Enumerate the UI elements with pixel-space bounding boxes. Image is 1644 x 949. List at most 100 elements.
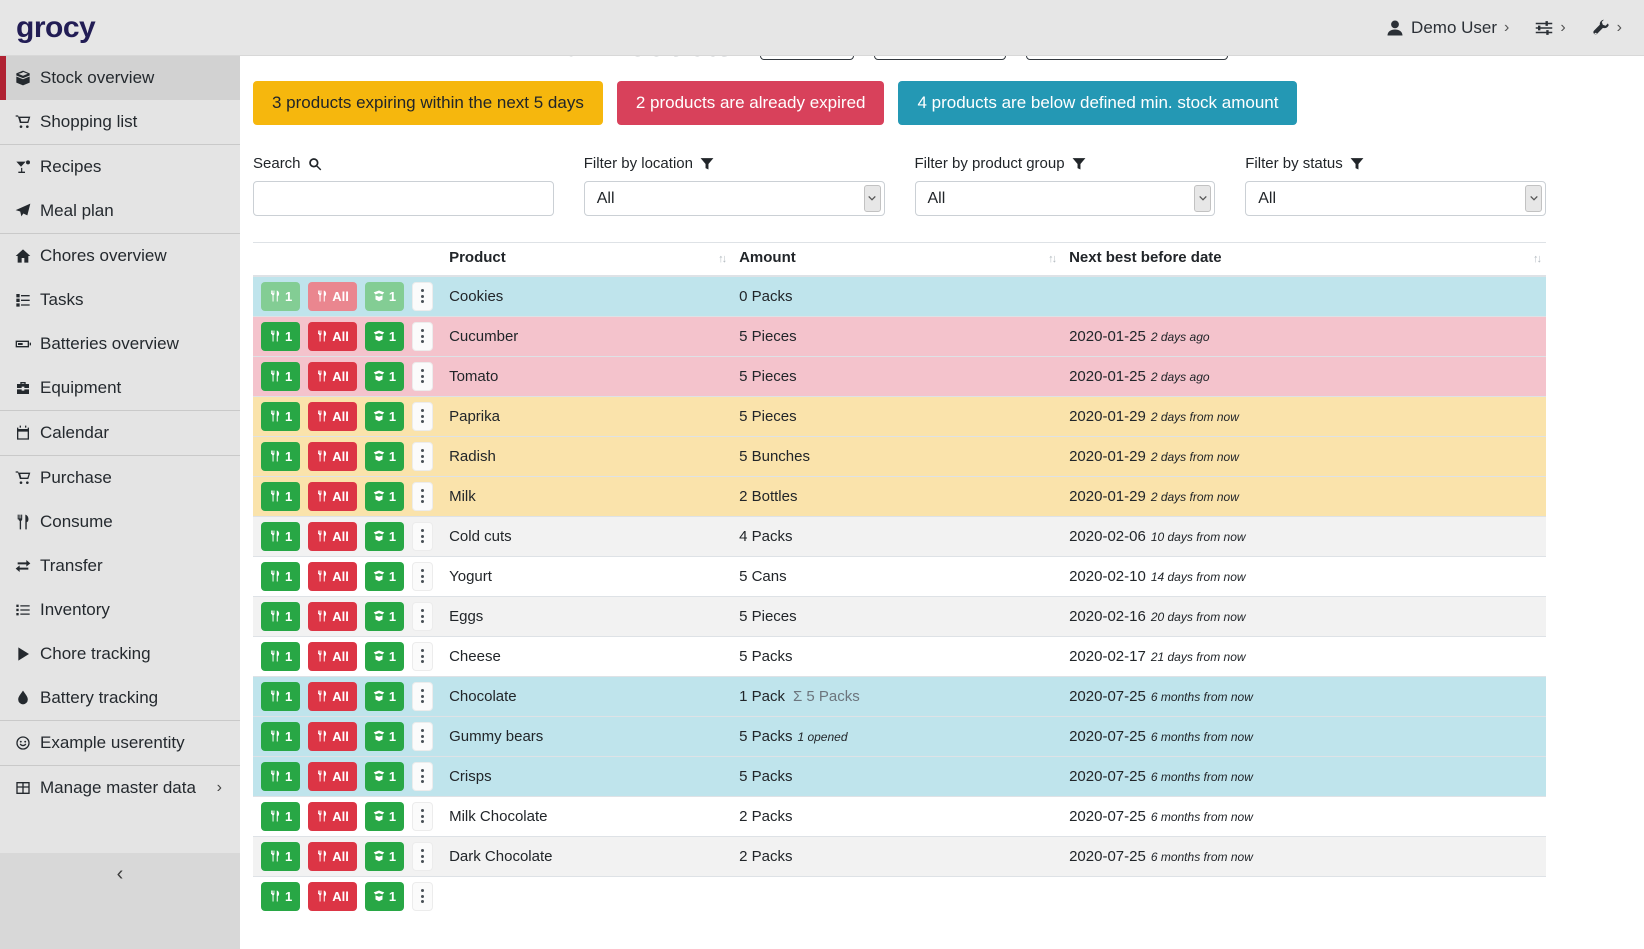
consume-all-button[interactable]: All bbox=[308, 642, 357, 671]
below-min-stock-banner[interactable]: 4 products are below defined min. stock … bbox=[898, 81, 1297, 125]
sidebar-item-tasks[interactable]: Tasks bbox=[0, 278, 240, 322]
row-menu-button[interactable] bbox=[412, 842, 433, 871]
sidebar-item-stock-overview[interactable]: Stock overview bbox=[0, 56, 240, 100]
consume-all-button[interactable]: All bbox=[308, 562, 357, 591]
open-one-button[interactable]: 1 bbox=[365, 802, 404, 831]
consume-all-button[interactable]: All bbox=[308, 282, 357, 311]
open-one-button[interactable]: 1 bbox=[365, 602, 404, 631]
row-menu-button[interactable] bbox=[412, 522, 433, 551]
sidebar-item-purchase[interactable]: Purchase bbox=[0, 456, 240, 500]
expiring-banner[interactable]: 3 products expiring within the next 5 da… bbox=[253, 81, 603, 125]
consume-one-button[interactable]: 1 bbox=[261, 562, 300, 591]
consume-all-button[interactable]: All bbox=[308, 322, 357, 351]
consume-all-button[interactable]: All bbox=[308, 802, 357, 831]
consume-one-button[interactable]: 1 bbox=[261, 882, 300, 911]
open-one-button[interactable]: 1 bbox=[365, 522, 404, 551]
consume-all-button[interactable]: All bbox=[308, 442, 357, 471]
row-menu-button[interactable] bbox=[412, 282, 433, 311]
row-menu-button[interactable] bbox=[412, 402, 433, 431]
utensils-icon bbox=[316, 730, 328, 742]
consume-one-button[interactable]: 1 bbox=[261, 602, 300, 631]
open-one-button[interactable]: 1 bbox=[365, 762, 404, 791]
expired-banner[interactable]: 2 products are already expired bbox=[617, 81, 885, 125]
consume-all-button[interactable]: All bbox=[308, 402, 357, 431]
consume-all-button[interactable]: All bbox=[308, 842, 357, 871]
consume-one-button[interactable]: 1 bbox=[261, 762, 300, 791]
consume-all-button[interactable]: All bbox=[308, 762, 357, 791]
row-menu-button[interactable] bbox=[412, 762, 433, 791]
row-menu-button[interactable] bbox=[412, 602, 433, 631]
filter-location-select[interactable]: All bbox=[584, 181, 885, 216]
admin-menu[interactable]: › bbox=[1592, 19, 1622, 37]
filter-status-select[interactable]: All bbox=[1245, 181, 1546, 216]
consume-one-button[interactable]: 1 bbox=[261, 482, 300, 511]
sidebar-item-chores-overview[interactable]: Chores overview bbox=[0, 234, 240, 278]
row-menu-button[interactable] bbox=[412, 802, 433, 831]
open-one-button[interactable]: 1 bbox=[365, 482, 404, 511]
sidebar-item-battery-tracking[interactable]: Battery tracking bbox=[0, 676, 240, 720]
open-one-button[interactable]: 1 bbox=[365, 282, 404, 311]
open-one-button[interactable]: 1 bbox=[365, 442, 404, 471]
consume-one-button[interactable]: 1 bbox=[261, 522, 300, 551]
row-menu-button[interactable] bbox=[412, 362, 433, 391]
consume-all-button[interactable]: All bbox=[308, 682, 357, 711]
open-one-button[interactable]: 1 bbox=[365, 882, 404, 911]
row-menu-button[interactable] bbox=[412, 722, 433, 751]
sidebar-item-meal-plan[interactable]: Meal plan bbox=[0, 189, 240, 233]
consume-all-button[interactable]: All bbox=[308, 362, 357, 391]
sidebar-item-chore-tracking[interactable]: Chore tracking bbox=[0, 632, 240, 676]
consume-one-button[interactable]: 1 bbox=[261, 282, 300, 311]
consume-one-button[interactable]: 1 bbox=[261, 682, 300, 711]
consume-one-button[interactable]: 1 bbox=[261, 322, 300, 351]
consume-all-button[interactable]: All bbox=[308, 482, 357, 511]
consume-one-button[interactable]: 1 bbox=[261, 842, 300, 871]
row-menu-button[interactable] bbox=[412, 682, 433, 711]
sidebar-item-recipes[interactable]: Recipes bbox=[0, 145, 240, 189]
row-menu-button[interactable] bbox=[412, 562, 433, 591]
sidebar-item-manage-master-data[interactable]: Manage master data› bbox=[0, 766, 240, 810]
date-relative: 20 days from now bbox=[1151, 610, 1246, 624]
sidebar-item-transfer[interactable]: Transfer bbox=[0, 544, 240, 588]
open-one-button[interactable]: 1 bbox=[365, 562, 404, 591]
open-one-button[interactable]: 1 bbox=[365, 722, 404, 751]
open-one-button[interactable]: 1 bbox=[365, 842, 404, 871]
sidebar-item-shopping-list[interactable]: Shopping list bbox=[0, 100, 240, 144]
consume-all-button[interactable]: All bbox=[308, 882, 357, 911]
row-menu-button[interactable] bbox=[412, 322, 433, 351]
consume-one-button[interactable]: 1 bbox=[261, 362, 300, 391]
row-menu-button[interactable] bbox=[412, 642, 433, 671]
open-one-button[interactable]: 1 bbox=[365, 682, 404, 711]
app-logo[interactable]: grocy bbox=[0, 11, 240, 45]
column-header-next-best-before-date[interactable]: Next best before date ↑↓ bbox=[1061, 243, 1546, 277]
row-menu-button[interactable] bbox=[412, 882, 433, 911]
row-menu-button[interactable] bbox=[412, 482, 433, 511]
column-header-product[interactable]: Product ↑↓ bbox=[441, 243, 731, 277]
open-one-button[interactable]: 1 bbox=[365, 362, 404, 391]
sidebar-item-equipment[interactable]: Equipment bbox=[0, 366, 240, 410]
sidebar-item-batteries-overview[interactable]: Batteries overview bbox=[0, 322, 240, 366]
consume-all-button[interactable]: All bbox=[308, 722, 357, 751]
sidebar-item-inventory[interactable]: Inventory bbox=[0, 588, 240, 632]
filter-product-group-select[interactable]: All bbox=[915, 181, 1216, 216]
column-header-amount[interactable]: Amount ↑↓ bbox=[731, 243, 1061, 277]
consume-one-button[interactable]: 1 bbox=[261, 802, 300, 831]
collapse-sidebar-button[interactable]: ‹ bbox=[103, 861, 138, 888]
settings-menu[interactable]: › bbox=[1535, 19, 1565, 37]
best-before-date: 2020-07-25 bbox=[1069, 808, 1146, 825]
consume-all-button[interactable]: All bbox=[308, 602, 357, 631]
search-input[interactable] bbox=[253, 181, 554, 216]
sidebar-item-label: Inventory bbox=[40, 600, 110, 620]
consume-one-button[interactable]: 1 bbox=[261, 722, 300, 751]
consume-all-button[interactable]: All bbox=[308, 522, 357, 551]
consume-one-button[interactable]: 1 bbox=[261, 442, 300, 471]
consume-one-button[interactable]: 1 bbox=[261, 642, 300, 671]
sidebar-item-example-userentity[interactable]: Example userentity bbox=[0, 721, 240, 765]
consume-one-button[interactable]: 1 bbox=[261, 402, 300, 431]
open-one-button[interactable]: 1 bbox=[365, 322, 404, 351]
row-menu-button[interactable] bbox=[412, 442, 433, 471]
open-one-button[interactable]: 1 bbox=[365, 642, 404, 671]
sidebar-item-calendar[interactable]: Calendar bbox=[0, 411, 240, 455]
user-menu[interactable]: Demo User › bbox=[1386, 18, 1509, 38]
open-one-button[interactable]: 1 bbox=[365, 402, 404, 431]
sidebar-item-consume[interactable]: Consume bbox=[0, 500, 240, 544]
